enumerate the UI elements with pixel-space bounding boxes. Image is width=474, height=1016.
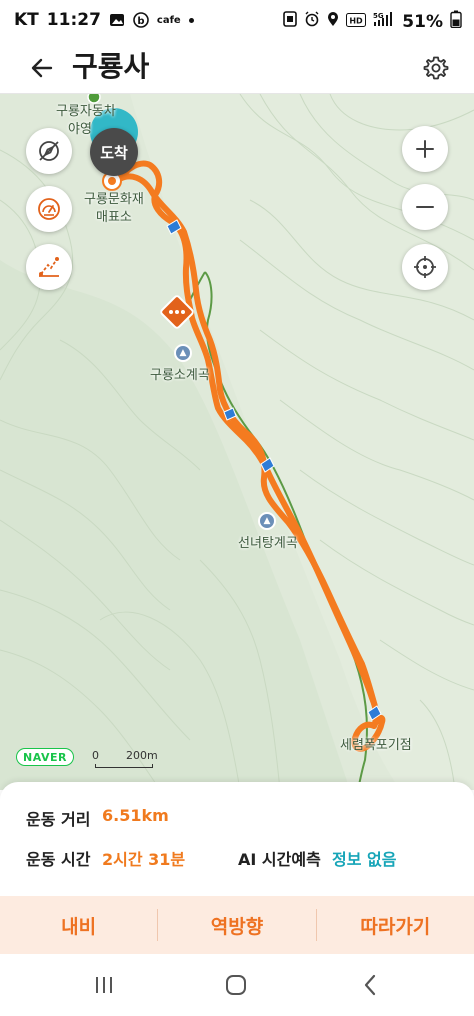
page-title: 구룡사 (72, 50, 150, 83)
5g-signal-icon: 5G (373, 11, 395, 32)
hd-icon: HD (346, 12, 367, 32)
status-left: KT 11:27 b cafe (14, 10, 194, 30)
navi-button[interactable]: 내비 (0, 896, 157, 954)
speed-button[interactable] (26, 186, 72, 232)
map-view[interactable]: 구룡자동차 야영 구룡문화재 매표소 ▲ 구룡소계곡 ▲ 선녀탕계곡 세렴폭포기… (0, 94, 474, 790)
ai-estimate-label: AI 시간예측 (238, 850, 321, 869)
notification-icon (283, 11, 298, 32)
reverse-route-button[interactable]: 역방향 (158, 896, 315, 954)
distance-value: 6.51km (102, 806, 169, 825)
speedometer-icon (38, 198, 60, 220)
distance-label: 운동 거리 (26, 810, 91, 829)
arrow-left-icon (31, 58, 53, 78)
compass-off-icon (39, 141, 59, 161)
crosshair-icon (414, 256, 436, 278)
status-right: HD 5G 51% (283, 10, 462, 33)
home-icon (226, 975, 246, 995)
map-label-campground: 구룡자동차 (56, 104, 116, 119)
band-icon: b (133, 12, 149, 28)
status-bar: KT 11:27 b cafe HD 5G 51% (0, 0, 474, 40)
ai-estimate-value: 정보 없음 (332, 850, 397, 869)
app-header: 구룡사 (0, 40, 474, 94)
recent-apps-button[interactable] (84, 968, 124, 1002)
seonnyeotang-poi-icon: ▲ (258, 512, 276, 530)
settings-button[interactable] (416, 48, 456, 88)
elevation-button[interactable] (26, 244, 72, 290)
minus-icon (416, 206, 434, 208)
map-label-falls: 세렴폭포기점 (340, 738, 412, 753)
hd-label: HD (350, 16, 364, 25)
gear-icon (423, 56, 449, 80)
back-nav-icon (364, 974, 376, 996)
scale-bar (95, 764, 153, 768)
carrier-label: KT (14, 10, 39, 30)
map-label-campground-line2: 야영 (68, 122, 92, 137)
zoom-in-button[interactable] (402, 126, 448, 172)
clock: 11:27 (46, 10, 101, 30)
svg-text:b: b (137, 16, 144, 27)
action-bar: 내비 역방향 따라가기 (0, 896, 474, 954)
locate-me-button[interactable] (402, 244, 448, 290)
valley-poi-icon: ▲ (174, 344, 192, 362)
system-nav-bar (0, 954, 474, 1016)
zoom-out-button[interactable] (402, 184, 448, 230)
alarm-icon (304, 11, 320, 32)
map-label-ticket-office: 구룡문화재 (84, 192, 144, 207)
location-icon (327, 11, 339, 32)
map-label-valley: 구룡소계곡 (150, 368, 210, 383)
compass-toggle-button[interactable] (26, 128, 72, 174)
activity-summary-card: 운동 거리 6.51km 운동 시간 2시간 31분 AI 시간예측 정보 없음 (0, 782, 474, 896)
gallery-icon (109, 13, 125, 27)
arrival-marker[interactable]: 도착 (90, 128, 138, 176)
map-scale: 0 200m (92, 749, 158, 768)
time-label: 운동 시간 (26, 850, 91, 869)
back-button[interactable] (22, 48, 62, 88)
scale-distance: 200m (126, 749, 158, 762)
battery-icon (450, 10, 462, 33)
follow-route-button[interactable]: 따라가기 (317, 896, 474, 954)
more-notifications-dot (188, 17, 194, 23)
scale-zero: 0 (92, 749, 99, 762)
battery-level: 51% (402, 11, 443, 32)
map-label-seonnyeotang: 선녀탕계곡 (238, 536, 298, 551)
map-label-ticket-office-line2: 매표소 (96, 210, 132, 225)
naver-logo: NAVER (16, 748, 74, 766)
system-back-button[interactable] (350, 968, 390, 1002)
recent-apps-icon (96, 977, 112, 993)
cafe-label: cafe (156, 14, 181, 26)
plus-icon (416, 140, 434, 158)
elevation-icon (39, 257, 59, 277)
home-button[interactable] (216, 968, 256, 1002)
time-value: 2시간 31분 (102, 850, 186, 869)
